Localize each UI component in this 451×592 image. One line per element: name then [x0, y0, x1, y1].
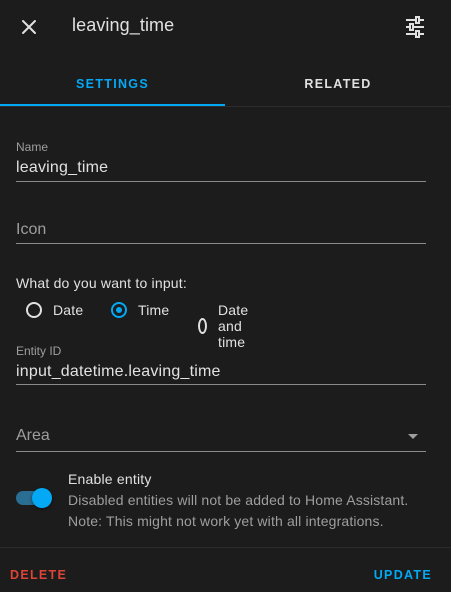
active-tab-indicator [0, 104, 225, 106]
icon-field-placeholder[interactable]: Icon [16, 221, 46, 239]
toggle-knob[interactable] [32, 488, 52, 508]
name-field-value[interactable]: leaving_time [16, 159, 108, 177]
delete-button[interactable]: DELETE [10, 568, 67, 582]
area-select-placeholder[interactable]: Area [16, 427, 50, 445]
enable-entity-title: Enable entity [68, 471, 152, 487]
radio-date-and-time-label[interactable]: Date and time [218, 302, 255, 350]
enable-entity-description: Disabled entities will not be added to H… [68, 490, 408, 532]
name-field[interactable]: Name leaving_time [16, 140, 426, 182]
name-field-label: Name [16, 140, 49, 154]
enable-entity-description-line1: Disabled entities will not be added to H… [68, 492, 409, 508]
footer-divider [0, 547, 451, 548]
radio-date-and-time[interactable]: Date and time [198, 302, 255, 350]
entity-id-field-value[interactable]: input_datetime.leaving_time [16, 363, 221, 381]
name-field-underline [16, 181, 426, 182]
radio-date-label[interactable]: Date [53, 302, 83, 318]
input-type-question: What do you want to input: [16, 275, 187, 291]
close-button[interactable] [16, 14, 42, 40]
advanced-settings-button[interactable] [403, 15, 427, 39]
enable-entity-description-line2: Note: This might not work yet with all i… [68, 513, 384, 529]
dialog-title: leaving_time [72, 15, 175, 35]
tab-related[interactable]: RELATED [225, 62, 451, 106]
radio-date-and-time-circle[interactable] [198, 318, 207, 334]
radio-date[interactable]: Date [26, 302, 83, 318]
radio-time[interactable]: Time [111, 302, 169, 318]
radio-time-circle[interactable] [111, 302, 127, 318]
dialog-header: leaving_time [0, 0, 451, 56]
radio-date-circle[interactable] [26, 302, 42, 318]
tune-icon [406, 16, 424, 38]
entity-id-field-underline [16, 384, 426, 385]
radio-time-label[interactable]: Time [138, 302, 169, 318]
icon-field-underline [16, 243, 426, 244]
enable-entity-toggle[interactable] [16, 488, 52, 508]
area-select-underline [16, 451, 426, 452]
area-select[interactable]: Area [16, 408, 426, 452]
update-button[interactable]: UPDATE [374, 568, 432, 582]
entity-id-field-label: Entity ID [16, 344, 62, 358]
close-icon [22, 20, 36, 34]
dropdown-arrow-icon[interactable] [408, 434, 418, 439]
tab-bar: SETTINGS RELATED [0, 62, 451, 107]
tab-settings[interactable]: SETTINGS [0, 62, 225, 106]
icon-field[interactable]: Icon [16, 202, 426, 244]
entity-id-field[interactable]: Entity ID input_datetime.leaving_time [16, 344, 426, 386]
